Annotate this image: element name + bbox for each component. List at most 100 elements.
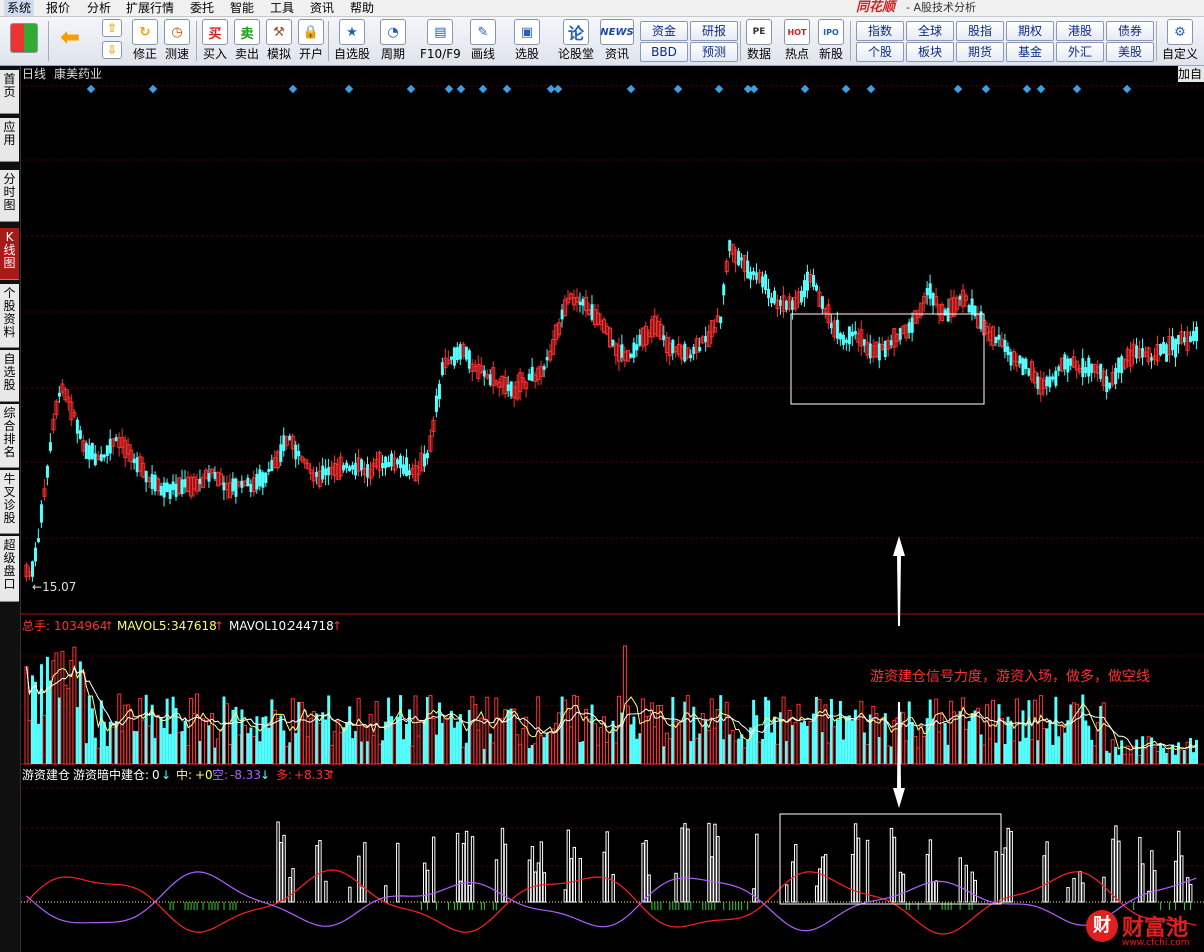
candle-body-down: [506, 384, 510, 392]
volume-bar-down: [132, 730, 136, 764]
volume-bar-up: [54, 652, 59, 765]
toolbar: ⬅ ⇧ ⇩ ↻ 修正 ◷ 测速 买 买入 卖 卖出 ⚒ 模拟 🔒 开户 ★ 自选…: [0, 17, 1204, 66]
page-up-button[interactable]: ⇧: [102, 19, 122, 37]
volume-bar-down: [1054, 696, 1058, 764]
sidebar-item-apps[interactable]: 应用: [0, 118, 19, 162]
funds-button[interactable]: 基金: [1006, 42, 1054, 62]
new-stock-button[interactable]: IPO 新股: [818, 19, 844, 61]
forex-button[interactable]: 外汇: [1056, 42, 1104, 62]
volume-bar-up: [796, 703, 801, 765]
bonds-button[interactable]: 债券: [1106, 21, 1154, 41]
signal-bar: [898, 871, 903, 903]
volume-bar-down: [342, 727, 346, 764]
volume-bar-up: [431, 717, 436, 765]
signal-bar: [820, 856, 825, 903]
refresh-button[interactable]: ↻ 修正: [132, 19, 158, 61]
research-report-button[interactable]: 研报: [690, 21, 738, 41]
signal-bar: [925, 854, 930, 903]
volume-bar-down: [396, 716, 400, 764]
sidebar-item-intraday[interactable]: 分时图: [0, 170, 19, 222]
sidebar-item-stock-profile[interactable]: 个股资料: [0, 284, 19, 348]
menu-system[interactable]: 系统: [4, 0, 35, 16]
forum-button[interactable]: 论 论股堂: [558, 19, 594, 61]
volume-bar-up: [826, 742, 831, 765]
volume-bar-down: [75, 707, 79, 764]
sidebar-item-ranking[interactable]: 综合排名: [0, 404, 19, 468]
menu-quotes[interactable]: 报价: [46, 0, 70, 16]
menu-smart[interactable]: 智能: [230, 0, 254, 16]
f10-button[interactable]: ▤ F10/F9: [420, 19, 461, 61]
signal-bar: [605, 831, 609, 903]
volume-bar-up: [1014, 698, 1019, 765]
sidebar-item-watchlist[interactable]: 自选股: [0, 350, 19, 402]
volume-bar-down: [994, 742, 998, 764]
data-icon: PE: [746, 19, 772, 45]
data-button[interactable]: PE 数据: [746, 19, 772, 61]
clock-icon: ◷: [164, 19, 190, 45]
fund-flow-button[interactable]: 资金: [640, 21, 688, 41]
index-button[interactable]: 指数: [856, 21, 904, 41]
options-button[interactable]: 期权: [1006, 21, 1054, 41]
volume-bar-down: [159, 716, 163, 764]
buy-button[interactable]: 买 买入: [202, 19, 228, 61]
candle-body-down: [434, 395, 438, 413]
menu-help[interactable]: 帮助: [350, 0, 374, 16]
sidebar-item-diagnosis[interactable]: 牛叉诊股: [0, 470, 19, 534]
speedtest-button[interactable]: ◷ 测速: [164, 19, 190, 61]
volume-bar-up: [1155, 750, 1160, 765]
sector-button[interactable]: 板块: [906, 42, 954, 62]
signal-bar: [1006, 827, 1010, 903]
candle-body-down: [102, 454, 106, 458]
candle-body-down: [57, 392, 61, 397]
volume-bar-up: [1101, 702, 1106, 765]
menu-news[interactable]: 资讯: [310, 0, 334, 16]
draw-line-button[interactable]: ✎ 画线: [470, 19, 496, 61]
volume-bar-up: [1137, 755, 1142, 765]
left-sidebar: 首页 应用 分时图 K线图 个股资料 自选股 综合排名 牛叉诊股 超级盘口: [0, 66, 21, 952]
candle-body-down: [36, 538, 40, 543]
candle-body-down: [1171, 336, 1175, 351]
simulate-button[interactable]: ⚒ 模拟: [266, 19, 292, 61]
page-down-button[interactable]: ⇩: [102, 41, 122, 59]
signal-bar: [357, 855, 361, 903]
add-to-watchlist-button[interactable]: 加自: [1178, 66, 1204, 82]
menu-trade[interactable]: 委托: [190, 0, 214, 16]
hotspot-button[interactable]: HOT 热点: [784, 19, 810, 61]
stock-index-futures-button[interactable]: 股指: [956, 21, 1004, 41]
candle-body-down: [30, 561, 34, 577]
volume-bar-down: [850, 720, 854, 764]
bbd-button[interactable]: BBD: [640, 42, 688, 62]
sell-button[interactable]: 卖 卖出: [234, 19, 260, 61]
menu-analysis[interactable]: 分析: [87, 0, 111, 16]
volume-bar-down: [294, 733, 298, 764]
global-button[interactable]: 全球: [906, 21, 954, 41]
sidebar-item-kline[interactable]: K线图: [0, 228, 19, 280]
watchlist-button[interactable]: ★ 自选股: [334, 19, 370, 61]
candle-body-down: [1084, 367, 1088, 374]
mavol10-up-icon: ↑: [332, 619, 343, 633]
open-account-button[interactable]: 🔒 开户: [298, 19, 324, 61]
news-button[interactable]: NEWS 资讯: [600, 19, 634, 61]
us-stocks-button[interactable]: 美股: [1106, 42, 1154, 62]
star-folder-icon: ★: [339, 19, 365, 45]
sidebar-item-super-panel[interactable]: 超级盘口: [0, 536, 19, 602]
period-button[interactable]: ◔ 周期: [380, 19, 406, 61]
hk-stocks-button[interactable]: 港股: [1056, 21, 1104, 41]
arrow-down-icon: [893, 702, 905, 808]
back-button[interactable]: ⬅: [58, 23, 82, 51]
sidebar-item-home[interactable]: 首页: [0, 70, 19, 114]
kline-chart[interactable]: [21, 66, 1204, 952]
candle-body-down: [838, 333, 842, 340]
menu-extended-quotes[interactable]: 扩展行情: [126, 0, 174, 16]
futures-button[interactable]: 期货: [956, 42, 1004, 62]
candle-body-down: [770, 297, 774, 304]
single-stock-button[interactable]: 个股: [856, 42, 904, 62]
stock-picker-button[interactable]: ▣ 选股: [514, 19, 540, 61]
customize-button[interactable]: ⚙ 自定义: [1162, 19, 1198, 61]
layout-button[interactable]: [10, 23, 38, 53]
volume-bar-up: [608, 732, 613, 765]
menu-tools[interactable]: 工具: [270, 0, 294, 16]
forecast-button[interactable]: 预测: [690, 42, 738, 62]
volume-bar-down: [102, 721, 106, 764]
candle-body-down: [1174, 338, 1178, 358]
